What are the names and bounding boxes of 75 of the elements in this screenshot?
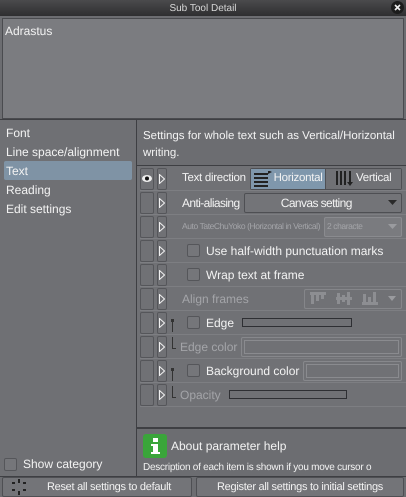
dropdown[interactable]: Canvas setting xyxy=(244,192,402,212)
checkbox[interactable] xyxy=(187,244,200,257)
setting-label: Text direction xyxy=(182,170,246,186)
expand-button[interactable] xyxy=(157,168,167,190)
vertical-lines-icon xyxy=(336,170,354,186)
close-button[interactable] xyxy=(391,1,404,14)
dropdown-arrow-icon xyxy=(388,296,396,301)
help-text: Description of each item is shown if you move cursor o xyxy=(143,461,372,475)
expand-arrow-icon xyxy=(159,246,165,256)
show-category-label: Show category xyxy=(23,456,102,473)
expand-arrow-icon xyxy=(159,342,165,352)
expand-button[interactable] xyxy=(157,216,167,238)
align-icon xyxy=(310,292,326,305)
expand-button[interactable] xyxy=(157,336,167,358)
description-text: Settings for whole text such as Vertical/Horizontal writing. xyxy=(142,129,396,161)
bracket-line xyxy=(170,368,175,380)
checkbox[interactable] xyxy=(4,458,17,470)
horizontal-lines-icon xyxy=(254,170,272,186)
visibility-toggle[interactable] xyxy=(140,240,154,262)
slider-track[interactable] xyxy=(228,390,347,399)
window-title: Sub Tool Detail xyxy=(169,2,237,16)
bracket-line xyxy=(170,336,176,350)
expand-arrow-icon xyxy=(159,174,165,184)
category-item[interactable]: Font xyxy=(4,123,132,142)
category-item[interactable]: Reading xyxy=(4,180,132,199)
expand-button[interactable] xyxy=(157,288,167,310)
expand-button[interactable] xyxy=(157,360,167,382)
eye-icon xyxy=(142,175,152,182)
checkbox[interactable] xyxy=(187,364,200,377)
help-title: About parameter help xyxy=(171,438,286,455)
setting-label: Anti-aliasing xyxy=(182,194,240,212)
bracket-line xyxy=(170,318,175,332)
align-icon xyxy=(336,292,352,305)
expand-arrow-icon xyxy=(159,390,165,400)
align-icon xyxy=(362,292,378,305)
color-field[interactable] xyxy=(303,360,402,380)
expand-arrow-icon xyxy=(159,270,165,280)
expand-button[interactable] xyxy=(157,192,167,214)
reset-button[interactable]: Reset all settings to default xyxy=(2,477,192,497)
dropdown-arrow-icon xyxy=(388,200,397,205)
visibility-toggle[interactable] xyxy=(140,168,154,190)
checkbox[interactable] xyxy=(187,316,200,329)
color-field[interactable] xyxy=(241,336,402,356)
slider-track[interactable] xyxy=(242,318,352,327)
visibility-toggle[interactable] xyxy=(140,264,154,286)
expand-button[interactable] xyxy=(157,264,167,286)
category-item[interactable]: Edit settings xyxy=(4,199,132,218)
setting-label: Wrap text at frame xyxy=(206,266,304,284)
expand-button[interactable] xyxy=(157,240,167,262)
bracket-line xyxy=(170,386,176,398)
visibility-toggle[interactable] xyxy=(140,192,154,214)
dropdown-arrow-icon xyxy=(388,224,397,229)
expand-button[interactable] xyxy=(157,312,167,334)
setting-label: Edge xyxy=(206,314,234,332)
visibility-toggle[interactable] xyxy=(140,312,154,334)
expand-arrow-icon xyxy=(159,294,165,304)
align-dropdown[interactable] xyxy=(304,288,402,308)
reset-icon xyxy=(11,479,27,495)
expand-arrow-icon xyxy=(159,318,165,328)
category-item[interactable]: Text xyxy=(4,161,132,180)
register-button[interactable]: Register all settings to initial settings xyxy=(196,477,404,497)
expand-arrow-icon xyxy=(159,222,165,232)
info-icon xyxy=(143,434,167,458)
direction-toggle[interactable]: Horizontal xyxy=(250,168,326,188)
close-icon xyxy=(394,4,401,11)
setting-label: Use half-width punctuation marks xyxy=(206,242,384,260)
expand-arrow-icon xyxy=(159,198,165,208)
setting-label: Background color xyxy=(206,362,300,380)
expand-arrow-icon xyxy=(159,366,165,376)
preset-name: Adrastus xyxy=(5,24,52,38)
visibility-toggle[interactable] xyxy=(140,360,154,382)
direction-toggle[interactable]: Vertical xyxy=(325,168,402,188)
checkbox[interactable] xyxy=(187,268,200,281)
expand-button[interactable] xyxy=(157,384,167,406)
category-item[interactable]: Line space/alignment xyxy=(4,142,132,161)
